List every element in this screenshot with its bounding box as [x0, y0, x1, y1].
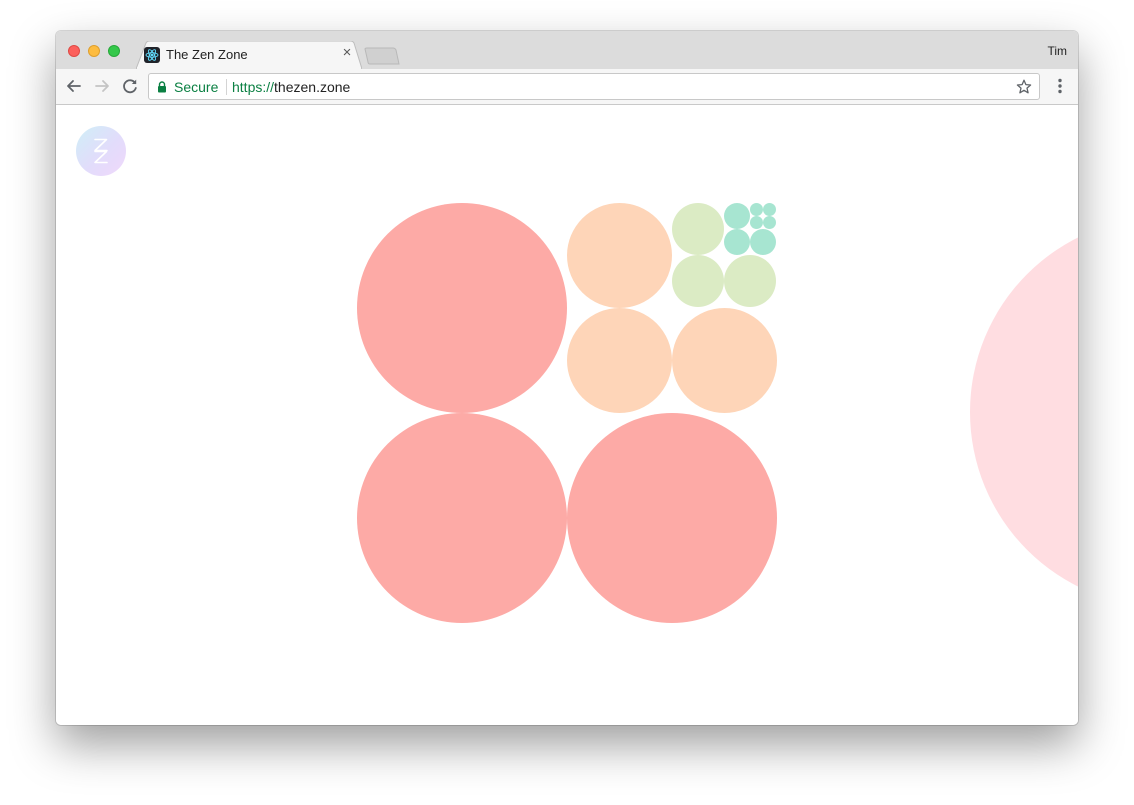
- new-tab-button[interactable]: [364, 47, 400, 65]
- address-divider: [226, 79, 227, 95]
- arrow-right-icon: [95, 80, 109, 92]
- window-close-button[interactable]: [68, 45, 80, 57]
- forward-button[interactable]: [93, 77, 111, 95]
- mint-small-circle[interactable]: [750, 203, 763, 216]
- url-host: thezen.zone: [274, 79, 351, 95]
- zen-z-logo-icon[interactable]: [76, 126, 126, 176]
- lime-circle-bottom-right[interactable]: [724, 255, 776, 307]
- lime-circle-bottom-left[interactable]: [672, 255, 724, 307]
- browser-toolbar: Secure https://thezen.zone: [56, 69, 1078, 105]
- peach-circle-bottom-left[interactable]: [567, 308, 672, 413]
- coral-circle-top-left[interactable]: [357, 203, 567, 413]
- lime-circle-top-left[interactable]: [672, 203, 724, 255]
- star-icon[interactable]: [1015, 78, 1033, 96]
- address-bar[interactable]: Secure https://thezen.zone: [148, 73, 1040, 100]
- lock-icon: [158, 81, 166, 93]
- url-text[interactable]: https://thezen.zone: [232, 79, 350, 95]
- page-viewport: [56, 105, 1078, 725]
- react-atom-icon: [144, 47, 160, 63]
- reload-icon: [123, 79, 137, 94]
- secure-label: Secure: [174, 79, 219, 95]
- tab-the-zen-zone[interactable]: The Zen Zone ×: [136, 41, 362, 69]
- vertical-dots-icon[interactable]: [1052, 77, 1068, 95]
- mint-small-circle[interactable]: [763, 216, 776, 229]
- url-scheme: https://: [232, 79, 275, 95]
- new-tab-icon: [364, 47, 400, 65]
- arrow-left-icon: [67, 80, 81, 92]
- tab-close-button[interactable]: ×: [339, 45, 355, 61]
- profile-name[interactable]: Tim: [1047, 44, 1067, 58]
- peach-circle-top-left[interactable]: [567, 203, 672, 308]
- mint-small-circle[interactable]: [750, 216, 763, 229]
- mint-circle-left[interactable]: [724, 229, 750, 255]
- window-maximize-button[interactable]: [108, 45, 120, 57]
- tab-title: The Zen Zone: [166, 47, 248, 62]
- mint-small-circle[interactable]: [763, 203, 776, 216]
- coral-circle-bottom-left[interactable]: [357, 413, 567, 623]
- peach-circle-bottom-right[interactable]: [672, 308, 777, 413]
- mint-circle-top-left[interactable]: [724, 203, 750, 229]
- browser-window: The Zen Zone × Tim Secure https://thezen…: [56, 31, 1078, 725]
- coral-circle-bottom-right[interactable]: [567, 413, 777, 623]
- reload-button[interactable]: [121, 77, 139, 95]
- window-minimize-button[interactable]: [88, 45, 100, 57]
- mint-circle-right[interactable]: [750, 229, 776, 255]
- tab-strip: The Zen Zone × Tim: [56, 31, 1078, 69]
- back-button[interactable]: [65, 77, 83, 95]
- pink-circle-partial[interactable]: [970, 217, 1078, 607]
